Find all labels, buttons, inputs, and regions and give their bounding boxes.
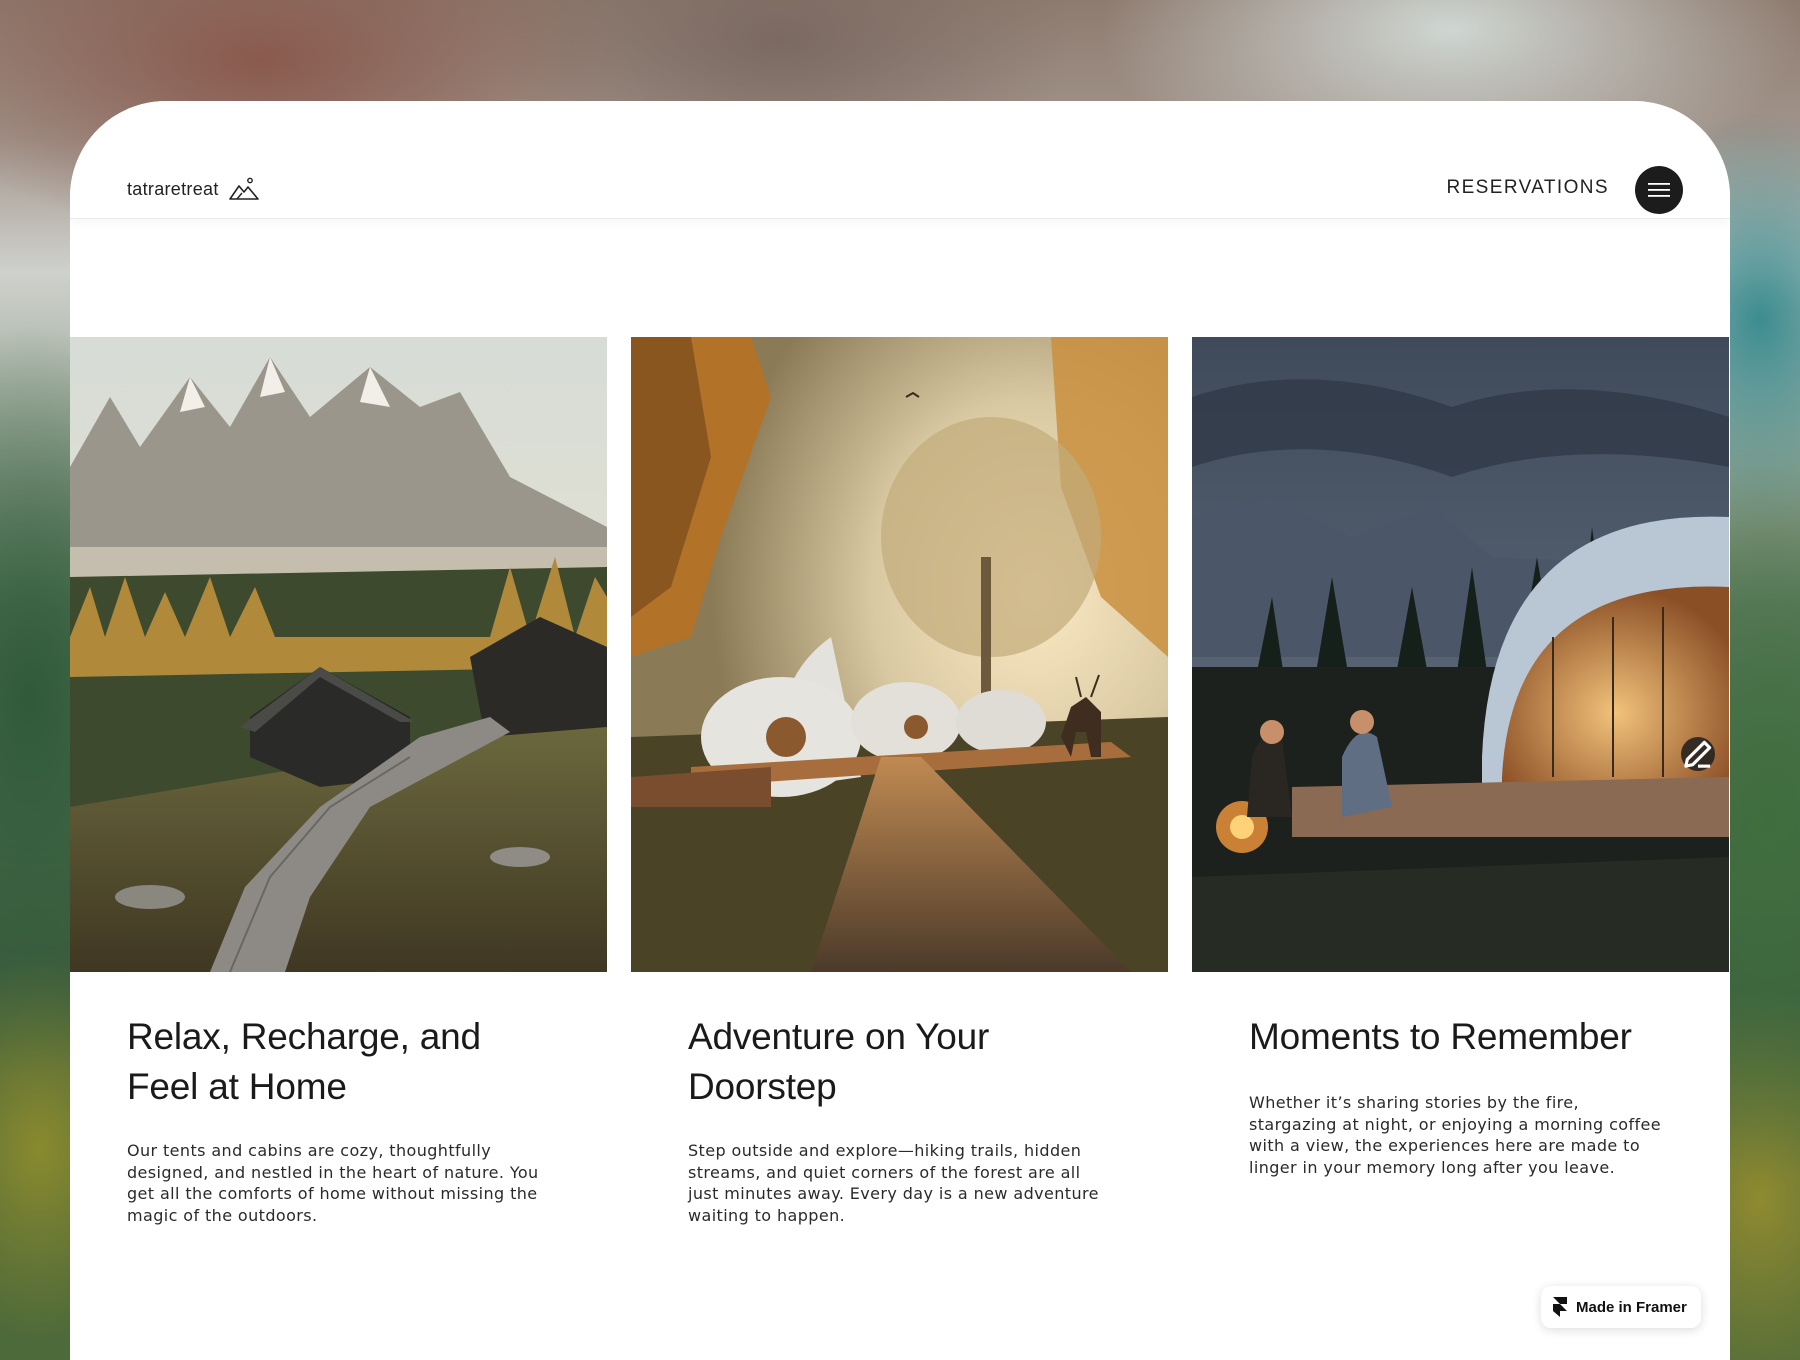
feature-title-adventure: Adventure on Your Doorstep: [688, 1016, 990, 1107]
site-header: tatraretreat RESERVATIONS: [70, 101, 1730, 219]
forest-domes-deer-photo: [631, 337, 1168, 972]
feature-title-moments: Moments to Remember: [1249, 1016, 1632, 1057]
feature-body-moments: Whether it’s sharing stories by the fire…: [1249, 1093, 1662, 1177]
feature-columns: Relax, Recharge, and Feel at Home Our te…: [70, 337, 1730, 1226]
feature-card-moments: Moments to Remember Whether it’s sharing…: [1192, 337, 1729, 1226]
mountain-icon: [228, 177, 259, 200]
framer-logo-icon: [1553, 1297, 1567, 1317]
brand-name: tatraretreat: [127, 178, 219, 199]
feature-card-adventure: Adventure on Your Doorstep Step outside …: [631, 337, 1168, 1226]
feature-card-home: Relax, Recharge, and Feel at Home Our te…: [70, 337, 607, 1226]
edit-button[interactable]: [1681, 737, 1715, 771]
feature-body-adventure: Step outside and explore—hiking trails, …: [688, 1141, 1099, 1225]
reservations-link[interactable]: RESERVATIONS: [1446, 177, 1609, 199]
feature-title-home: Relax, Recharge, and Feel at Home: [127, 1016, 481, 1107]
brand-logo[interactable]: tatraretreat: [127, 177, 259, 201]
mountain-cabins-boardwalk-photo: [70, 337, 607, 972]
hamburger-menu-icon: [1648, 183, 1670, 197]
feature-body-home: Our tents and cabins are cozy, thoughtfu…: [127, 1141, 539, 1225]
badge-label: Made in Framer: [1576, 1298, 1687, 1316]
pencil-icon: [1684, 740, 1712, 768]
made-in-framer-badge[interactable]: Made in Framer: [1541, 1286, 1701, 1328]
page-card: tatraretreat RESERVATIONS Relax, Recharg…: [70, 101, 1730, 1360]
menu-button[interactable]: [1635, 166, 1683, 214]
evening-dome-campfire-photo: [1192, 337, 1729, 972]
